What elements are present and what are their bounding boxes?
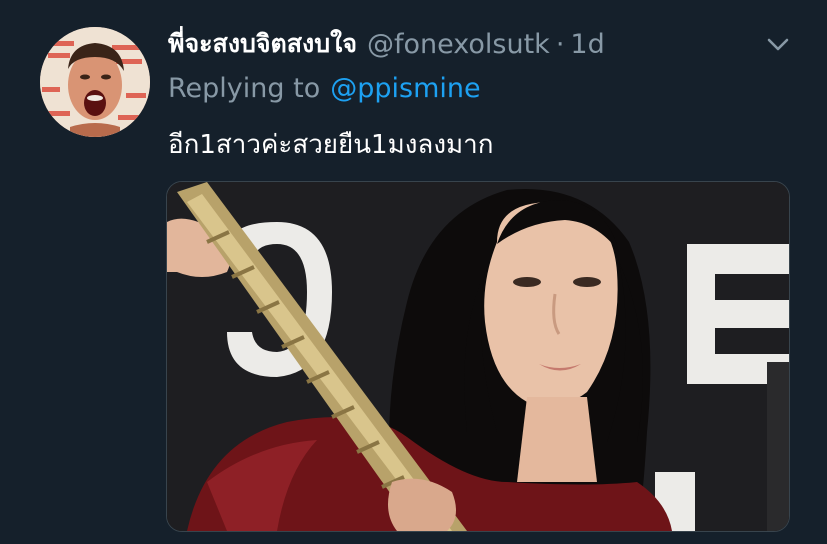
separator-dot: · xyxy=(555,28,565,60)
chevron-down-icon[interactable] xyxy=(762,28,794,60)
tweet-media-photo[interactable] xyxy=(166,181,790,532)
timestamp[interactable]: 1d xyxy=(570,29,604,60)
replying-to: Replying to @ppismine xyxy=(168,68,481,108)
tweet-header: พี่จะสงบจิตสงบใจ @fonexolsutk · 1d xyxy=(168,24,605,64)
tweet-text: อีก1สาวค่ะสวยยืน1มงลงมาก xyxy=(168,130,494,160)
avatar-image xyxy=(40,27,150,137)
photo-image xyxy=(167,182,789,531)
tweet[interactable]: พี่จะสงบจิตสงบใจ @fonexolsutk · 1d Reply… xyxy=(0,0,827,544)
reply-prefix: Replying to xyxy=(168,72,321,104)
user-handle[interactable]: @fonexolsutk xyxy=(367,29,550,60)
reply-mention-link[interactable]: @ppismine xyxy=(330,73,480,104)
display-name[interactable]: พี่จะสงบจิตสงบใจ xyxy=(168,24,357,64)
avatar[interactable] xyxy=(40,27,150,137)
